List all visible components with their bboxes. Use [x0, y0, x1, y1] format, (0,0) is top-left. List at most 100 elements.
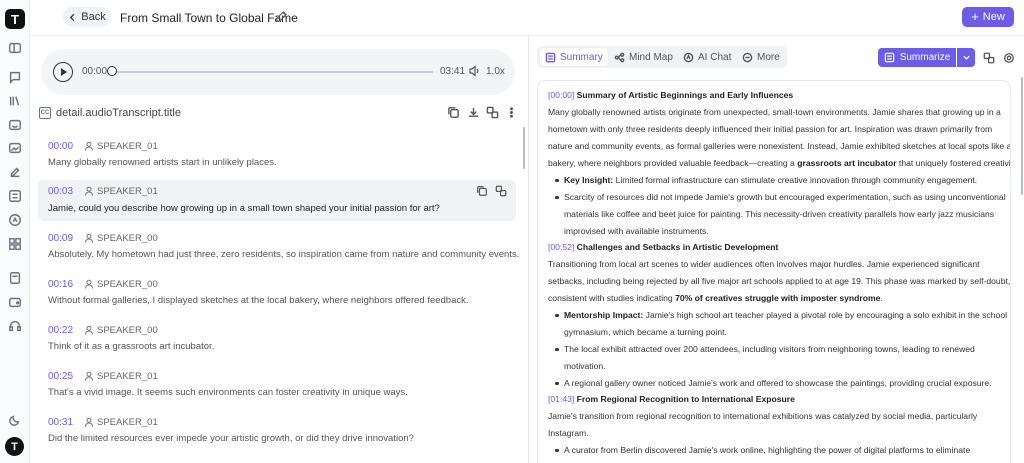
summary-text: materials like coffee and beet juice for… — [564, 209, 995, 219]
bullet-item: Scarcity of resources did not impede Jam… — [555, 192, 1006, 202]
entry-text: Without formal galleries, I displayed sk… — [48, 295, 469, 306]
entry-time[interactable]: 00:09 — [48, 233, 73, 244]
header-divider — [30, 35, 1024, 36]
sidebar-toggle-icon[interactable] — [7, 40, 23, 56]
current-time: 00:00 — [82, 66, 108, 77]
tab-label: Mind Map — [629, 51, 673, 63]
entry-time[interactable]: 00:25 — [48, 371, 73, 382]
transcript-entry[interactable]: 00:22 SPEAKER_00 Think of it as a grassr… — [38, 318, 516, 358]
summarize-button[interactable]: Summarize — [878, 48, 956, 67]
chat-add-icon[interactable] — [7, 69, 23, 85]
entry-time[interactable]: 00:03 — [48, 186, 73, 197]
entry-time[interactable]: 00:22 — [48, 325, 73, 336]
transcript-entry[interactable]: 00:31 SPEAKER_01 Did the limited resourc… — [38, 410, 516, 450]
entry-text: Jamie, could you describe how growing up… — [48, 203, 440, 214]
list-icon[interactable] — [7, 188, 23, 204]
back-label: Back — [81, 11, 106, 23]
wallet-icon[interactable] — [7, 294, 23, 310]
tab-label: Summary — [560, 51, 603, 63]
translate-icon[interactable] — [486, 106, 499, 119]
image-icon[interactable] — [7, 140, 23, 156]
volume-icon[interactable] — [469, 65, 481, 77]
entry-speaker: SPEAKER_00 — [97, 325, 158, 336]
progress-track[interactable] — [117, 71, 433, 73]
summary-text: gymnasium, which became a turning point. — [564, 327, 727, 337]
summary-text: bakery, where neighbors provided valuabl… — [548, 158, 1011, 168]
section-heading: [00:00] Summary of Artistic Beginnings a… — [548, 90, 794, 100]
summary-text: Transitioning from local art scenes to w… — [548, 259, 980, 269]
summary-icon — [884, 52, 894, 63]
summary-text: Jamie's transition from regional recogni… — [548, 411, 978, 421]
summarize-dropdown[interactable] — [957, 48, 975, 67]
playback-speed[interactable]: 1.0x — [486, 66, 505, 77]
new-label: New — [982, 11, 1005, 23]
person-icon — [85, 141, 93, 151]
person-icon — [85, 325, 93, 335]
ai-chat-icon — [683, 52, 694, 62]
person-icon — [85, 279, 93, 289]
chevron-left-icon — [70, 13, 75, 21]
copy-icon[interactable] — [476, 185, 488, 197]
download-icon[interactable] — [467, 106, 480, 119]
summary-text: consistent with studies indicating 70% o… — [548, 293, 883, 303]
folder-icon[interactable] — [7, 117, 23, 133]
transcript-entry[interactable]: 00:16 SPEAKER_00 Without formal gallerie… — [38, 272, 516, 312]
edit-doc-icon[interactable] — [7, 164, 23, 180]
person-icon — [85, 233, 93, 243]
bullet-item: Key Insight: Limited formal infrastructu… — [554, 175, 978, 185]
transcript-entry[interactable]: 00:09 SPEAKER_00 Absolutely. My hometown… — [38, 226, 520, 266]
translate-icon[interactable] — [495, 185, 507, 197]
play-button[interactable] — [53, 62, 73, 82]
summary-icon — [545, 52, 556, 62]
headset-icon[interactable] — [7, 318, 23, 334]
tab-mind-map[interactable]: Mind Map — [609, 48, 678, 66]
settings-icon[interactable] — [1003, 52, 1015, 64]
entry-time[interactable]: 00:00 — [48, 141, 73, 152]
entry-speaker: SPEAKER_01 — [97, 371, 158, 382]
chevron-down-icon — [962, 55, 970, 60]
transcript-title: detail.audioTranscript.title — [56, 107, 181, 119]
tab-label: AI Chat — [698, 51, 732, 63]
transcript-scrollbar[interactable] — [523, 127, 525, 169]
summary-text: setbacks, including being rejected by al… — [548, 276, 1011, 286]
entry-text: Many globally renowned artists start in … — [48, 157, 277, 168]
notes-icon[interactable] — [7, 270, 23, 286]
dark-mode-icon[interactable] — [7, 412, 23, 428]
more-vertical-icon[interactable] — [505, 106, 518, 119]
user-avatar[interactable]: T — [5, 437, 24, 456]
section-timestamp[interactable]: [00:52] — [548, 242, 574, 252]
tab-more[interactable]: More — [737, 48, 785, 66]
edit-title-icon[interactable] — [275, 10, 289, 24]
back-button[interactable]: Back — [63, 7, 111, 27]
apps-grid-icon[interactable] — [7, 236, 23, 252]
section-heading: [00:52] Challenges and Setbacks in Artis… — [548, 242, 779, 252]
tab-ai-chat[interactable]: AI Chat — [678, 48, 736, 66]
ai-icon[interactable] — [7, 212, 23, 228]
person-icon — [85, 186, 93, 196]
app-logo[interactable]: T — [5, 9, 25, 29]
transcript-entry[interactable]: 00:03 SPEAKER_01 Jamie, could you descri… — [38, 180, 516, 221]
summarize-label: Summarize — [899, 52, 951, 63]
tab-summary[interactable]: Summary — [540, 48, 608, 66]
translate-icon[interactable] — [983, 52, 995, 64]
entry-speaker: SPEAKER_00 — [97, 233, 158, 244]
summary-text: hometown with only three residents deepl… — [548, 124, 993, 134]
summary-text: Many globally renowned artists originate… — [548, 107, 1001, 117]
new-button[interactable]: + New — [962, 7, 1014, 27]
section-timestamp[interactable]: [00:00] — [548, 90, 574, 100]
summary-text: motivation. — [564, 361, 606, 371]
transcript-entry[interactable]: 00:00 SPEAKER_01 Many globally renowned … — [38, 134, 516, 174]
entry-time[interactable]: 00:31 — [48, 417, 73, 428]
panel-divider[interactable] — [528, 36, 529, 463]
section-timestamp[interactable]: [01:43] — [548, 394, 574, 404]
progress-handle[interactable] — [107, 66, 117, 76]
summary-text: nature and community events, as formal g… — [548, 141, 1011, 151]
entry-text: Absolutely. My hometown had just three, … — [48, 249, 520, 260]
copy-icon[interactable] — [447, 106, 460, 119]
summary-scrollbar[interactable] — [1021, 77, 1023, 195]
entry-time[interactable]: 00:16 — [48, 279, 73, 290]
library-icon[interactable] — [7, 93, 23, 109]
person-icon — [85, 371, 93, 381]
transcript-entry[interactable]: 00:25 SPEAKER_01 That's a vivid image. I… — [38, 364, 516, 404]
view-tabs: Summary Mind Map AI Chat More — [537, 46, 787, 68]
